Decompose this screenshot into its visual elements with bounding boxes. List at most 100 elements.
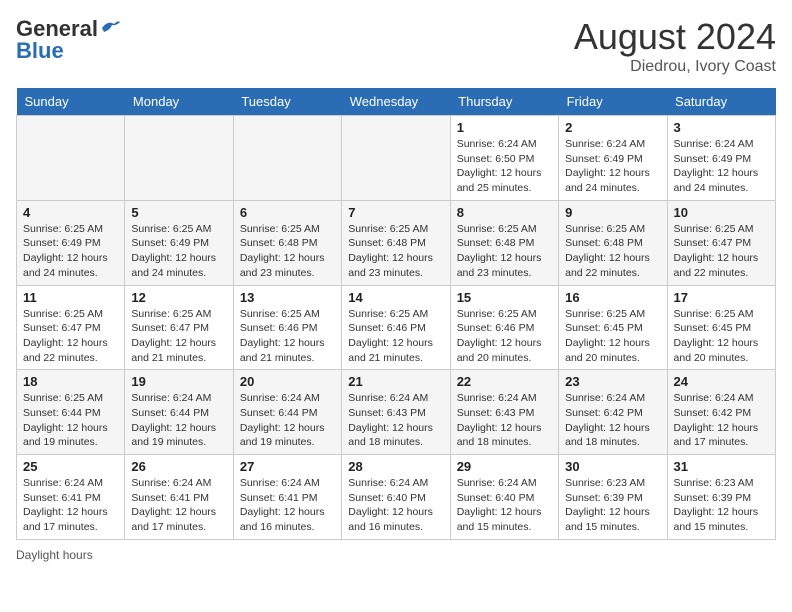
- calendar-header-saturday: Saturday: [667, 88, 775, 116]
- logo-blue: Blue: [16, 38, 64, 64]
- day-number: 3: [674, 120, 769, 135]
- calendar-cell: [125, 116, 233, 201]
- day-info: Sunrise: 6:24 AMSunset: 6:43 PMDaylight:…: [457, 391, 552, 450]
- month-year-title: August 2024: [574, 16, 776, 58]
- day-info: Sunrise: 6:24 AMSunset: 6:44 PMDaylight:…: [240, 391, 335, 450]
- day-number: 31: [674, 459, 769, 474]
- day-info: Sunrise: 6:24 AMSunset: 6:41 PMDaylight:…: [23, 476, 118, 535]
- footer-text: Daylight hours: [16, 548, 93, 562]
- day-info: Sunrise: 6:24 AMSunset: 6:43 PMDaylight:…: [348, 391, 443, 450]
- calendar-cell: 26 Sunrise: 6:24 AMSunset: 6:41 PMDayligh…: [125, 455, 233, 540]
- calendar-cell: 14 Sunrise: 6:25 AMSunset: 6:46 PMDayligh…: [342, 285, 450, 370]
- day-info: Sunrise: 6:25 AMSunset: 6:47 PMDaylight:…: [131, 307, 226, 366]
- day-info: Sunrise: 6:25 AMSunset: 6:49 PMDaylight:…: [131, 222, 226, 281]
- day-number: 10: [674, 205, 769, 220]
- day-info: Sunrise: 6:25 AMSunset: 6:48 PMDaylight:…: [457, 222, 552, 281]
- calendar-header-friday: Friday: [559, 88, 667, 116]
- day-info: Sunrise: 6:25 AMSunset: 6:47 PMDaylight:…: [23, 307, 118, 366]
- day-number: 6: [240, 205, 335, 220]
- day-number: 12: [131, 290, 226, 305]
- day-number: 9: [565, 205, 660, 220]
- day-number: 29: [457, 459, 552, 474]
- calendar-cell: 17Sunrise: 6:25 AMSunset: 6:45 PMDayligh…: [667, 285, 775, 370]
- day-number: 7: [348, 205, 443, 220]
- calendar-cell: 19 Sunrise: 6:24 AMSunset: 6:44 PMDayligh…: [125, 370, 233, 455]
- day-info: Sunrise: 6:25 AMSunset: 6:48 PMDaylight:…: [348, 222, 443, 281]
- day-number: 25: [23, 459, 118, 474]
- day-info: Sunrise: 6:23 AMSunset: 6:39 PMDaylight:…: [565, 476, 660, 535]
- day-number: 24: [674, 374, 769, 389]
- calendar-cell: 9 Sunrise: 6:25 AMSunset: 6:48 PMDaylight…: [559, 200, 667, 285]
- calendar-cell: 16Sunrise: 6:25 AMSunset: 6:45 PMDayligh…: [559, 285, 667, 370]
- page-header: General Blue August 2024 Diedrou, Ivory …: [16, 16, 776, 76]
- day-info: Sunrise: 6:25 AMSunset: 6:47 PMDaylight:…: [674, 222, 769, 281]
- calendar-cell: 30 Sunrise: 6:23 AMSunset: 6:39 PMDayligh…: [559, 455, 667, 540]
- logo: General Blue: [16, 16, 122, 64]
- calendar-week-row: 11 Sunrise: 6:25 AMSunset: 6:47 PMDayligh…: [17, 285, 776, 370]
- day-number: 13: [240, 290, 335, 305]
- calendar-week-row: 4 Sunrise: 6:25 AMSunset: 6:49 PMDaylight…: [17, 200, 776, 285]
- day-info: Sunrise: 6:24 AMSunset: 6:44 PMDaylight:…: [131, 391, 226, 450]
- calendar-cell: 11 Sunrise: 6:25 AMSunset: 6:47 PMDayligh…: [17, 285, 125, 370]
- calendar-cell: 13 Sunrise: 6:25 AMSunset: 6:46 PMDayligh…: [233, 285, 341, 370]
- day-info: Sunrise: 6:25 AMSunset: 6:46 PMDaylight:…: [457, 307, 552, 366]
- calendar-cell: 1Sunrise: 6:24 AMSunset: 6:50 PMDaylight…: [450, 116, 558, 201]
- day-number: 23: [565, 374, 660, 389]
- day-number: 30: [565, 459, 660, 474]
- calendar-cell: 6 Sunrise: 6:25 AMSunset: 6:48 PMDaylight…: [233, 200, 341, 285]
- calendar-cell: 31Sunrise: 6:23 AMSunset: 6:39 PMDayligh…: [667, 455, 775, 540]
- day-number: 14: [348, 290, 443, 305]
- day-info: Sunrise: 6:24 AMSunset: 6:41 PMDaylight:…: [240, 476, 335, 535]
- day-info: Sunrise: 6:25 AMSunset: 6:48 PMDaylight:…: [565, 222, 660, 281]
- day-number: 21: [348, 374, 443, 389]
- day-number: 19: [131, 374, 226, 389]
- day-number: 18: [23, 374, 118, 389]
- day-number: 16: [565, 290, 660, 305]
- calendar-cell: 4 Sunrise: 6:25 AMSunset: 6:49 PMDaylight…: [17, 200, 125, 285]
- calendar-cell: 8 Sunrise: 6:25 AMSunset: 6:48 PMDaylight…: [450, 200, 558, 285]
- calendar-cell: [342, 116, 450, 201]
- calendar-cell: 21 Sunrise: 6:24 AMSunset: 6:43 PMDayligh…: [342, 370, 450, 455]
- calendar-week-row: 18 Sunrise: 6:25 AMSunset: 6:44 PMDayligh…: [17, 370, 776, 455]
- calendar-header-tuesday: Tuesday: [233, 88, 341, 116]
- day-number: 8: [457, 205, 552, 220]
- calendar-cell: 27Sunrise: 6:24 AMSunset: 6:41 PMDayligh…: [233, 455, 341, 540]
- day-info: Sunrise: 6:25 AMSunset: 6:44 PMDaylight:…: [23, 391, 118, 450]
- day-info: Sunrise: 6:25 AMSunset: 6:45 PMDaylight:…: [674, 307, 769, 366]
- day-info: Sunrise: 6:24 AMSunset: 6:42 PMDaylight:…: [565, 391, 660, 450]
- calendar-header-row: SundayMondayTuesdayWednesdayThursdayFrid…: [17, 88, 776, 116]
- calendar-cell: [233, 116, 341, 201]
- day-number: 28: [348, 459, 443, 474]
- calendar-cell: 7 Sunrise: 6:25 AMSunset: 6:48 PMDaylight…: [342, 200, 450, 285]
- calendar-cell: 10 Sunrise: 6:25 AMSunset: 6:47 PMDayligh…: [667, 200, 775, 285]
- calendar-cell: 24Sunrise: 6:24 AMSunset: 6:42 PMDayligh…: [667, 370, 775, 455]
- day-number: 2: [565, 120, 660, 135]
- day-number: 11: [23, 290, 118, 305]
- day-info: Sunrise: 6:25 AMSunset: 6:48 PMDaylight:…: [240, 222, 335, 281]
- day-info: Sunrise: 6:25 AMSunset: 6:46 PMDaylight:…: [348, 307, 443, 366]
- day-info: Sunrise: 6:24 AMSunset: 6:49 PMDaylight:…: [565, 137, 660, 196]
- calendar-header-monday: Monday: [125, 88, 233, 116]
- day-number: 1: [457, 120, 552, 135]
- calendar-cell: 22 Sunrise: 6:24 AMSunset: 6:43 PMDayligh…: [450, 370, 558, 455]
- day-number: 4: [23, 205, 118, 220]
- location-subtitle: Diedrou, Ivory Coast: [574, 58, 776, 76]
- calendar-week-row: 25 Sunrise: 6:24 AMSunset: 6:41 PMDayligh…: [17, 455, 776, 540]
- title-block: August 2024 Diedrou, Ivory Coast: [574, 16, 776, 76]
- day-number: 26: [131, 459, 226, 474]
- logo-bird-icon: [100, 18, 122, 36]
- calendar-cell: 20Sunrise: 6:24 AMSunset: 6:44 PMDayligh…: [233, 370, 341, 455]
- day-number: 22: [457, 374, 552, 389]
- calendar-cell: 12 Sunrise: 6:25 AMSunset: 6:47 PMDayligh…: [125, 285, 233, 370]
- calendar-cell: 28 Sunrise: 6:24 AMSunset: 6:40 PMDayligh…: [342, 455, 450, 540]
- calendar-table: SundayMondayTuesdayWednesdayThursdayFrid…: [16, 88, 776, 540]
- calendar-header-wednesday: Wednesday: [342, 88, 450, 116]
- day-info: Sunrise: 6:25 AMSunset: 6:46 PMDaylight:…: [240, 307, 335, 366]
- day-number: 15: [457, 290, 552, 305]
- day-info: Sunrise: 6:24 AMSunset: 6:40 PMDaylight:…: [348, 476, 443, 535]
- calendar-cell: 29Sunrise: 6:24 AMSunset: 6:40 PMDayligh…: [450, 455, 558, 540]
- calendar-cell: [17, 116, 125, 201]
- day-info: Sunrise: 6:24 AMSunset: 6:41 PMDaylight:…: [131, 476, 226, 535]
- day-info: Sunrise: 6:25 AMSunset: 6:49 PMDaylight:…: [23, 222, 118, 281]
- calendar-cell: 18 Sunrise: 6:25 AMSunset: 6:44 PMDayligh…: [17, 370, 125, 455]
